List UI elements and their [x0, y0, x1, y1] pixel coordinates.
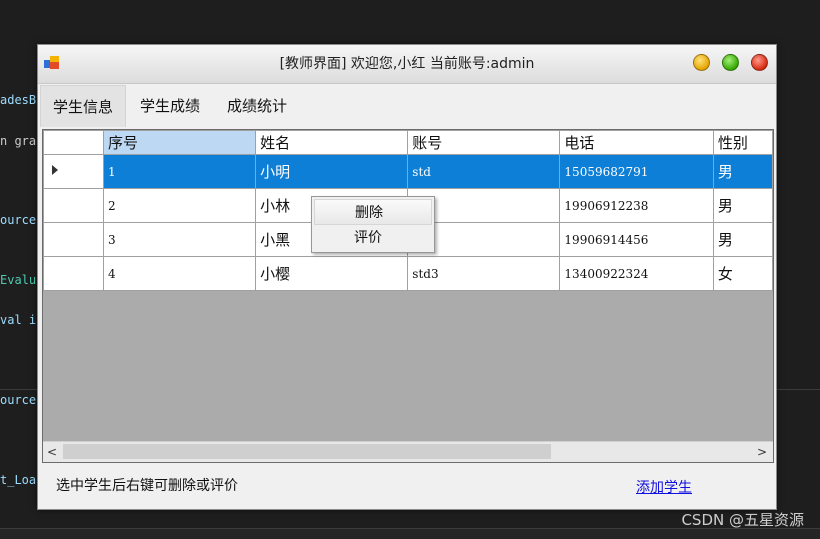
cell-id[interactable]: 2: [103, 188, 257, 223]
column-header-gender[interactable]: 性别: [712, 130, 773, 155]
row-header[interactable]: [43, 222, 105, 257]
column-header-name[interactable]: 姓名: [255, 130, 409, 155]
cell-gender[interactable]: 男: [712, 222, 773, 257]
tab-grade-statistics[interactable]: 成绩统计: [215, 85, 299, 127]
horizontal-scrollbar[interactable]: < >: [43, 441, 773, 462]
row-header-corner: [43, 130, 105, 155]
watermark: CSDN @五星资源: [681, 511, 804, 529]
current-row-arrow-icon: [52, 165, 58, 175]
column-header-account[interactable]: 账号: [407, 130, 561, 155]
table-row[interactable]: 4 小樱 std3 13400922324 女: [43, 256, 773, 291]
ide-code-line: n gra: [0, 134, 37, 148]
context-menu: 删除 评价: [311, 196, 435, 253]
cell-name[interactable]: 小明: [255, 154, 409, 189]
cell-name[interactable]: 小樱: [255, 256, 409, 291]
scroll-thumb[interactable]: [63, 444, 551, 459]
cell-account[interactable]: std: [407, 154, 561, 189]
add-student-link[interactable]: 添加学生: [636, 477, 692, 497]
row-header[interactable]: [43, 188, 105, 223]
header-row: 序号 姓名 账号 电话 性别: [43, 130, 773, 155]
ide-code-line: ource: [0, 213, 37, 227]
tab-student-info[interactable]: 学生信息: [40, 85, 126, 127]
cell-id[interactable]: 4: [103, 256, 257, 291]
ide-code-line: ource: [0, 393, 37, 407]
ide-code-line: Evalu: [0, 273, 37, 287]
column-header-id[interactable]: 序号: [103, 130, 257, 155]
maximize-button[interactable]: [722, 54, 739, 71]
table-row[interactable]: 1 小明 std 15059682791 男: [43, 154, 773, 189]
scroll-left-icon[interactable]: <: [43, 442, 61, 462]
row-header[interactable]: [43, 256, 105, 291]
teacher-window: [教师界面] 欢迎您,小红 当前账号:admin 学生信息 学生成绩 成绩统计 …: [37, 44, 777, 510]
ide-code-line: val i: [0, 313, 37, 327]
cell-phone[interactable]: 15059682791: [559, 154, 714, 189]
column-header-phone[interactable]: 电话: [559, 130, 714, 155]
cell-gender[interactable]: 男: [712, 188, 773, 223]
cell-account[interactable]: std3: [407, 256, 561, 291]
cell-gender[interactable]: 女: [712, 256, 773, 291]
cell-id[interactable]: 3: [103, 222, 257, 257]
ide-code-line: adesB: [0, 93, 37, 107]
cell-phone[interactable]: 13400922324: [559, 256, 714, 291]
window-title: [教师界面] 欢迎您,小红 当前账号:admin: [279, 56, 535, 72]
ide-code-line: t_Loa: [0, 473, 37, 487]
title-bar[interactable]: [教师界面] 欢迎您,小红 当前账号:admin: [38, 45, 776, 84]
menu-item-evaluate[interactable]: 评价: [314, 225, 432, 251]
cell-phone[interactable]: 19906912238: [559, 188, 714, 223]
row-header[interactable]: [43, 154, 105, 189]
tab-strip: 学生信息 学生成绩 成绩统计: [40, 85, 774, 127]
tab-student-grades[interactable]: 学生成绩: [128, 85, 212, 127]
cell-id[interactable]: 1: [103, 154, 257, 189]
cell-phone[interactable]: 19906914456: [559, 222, 714, 257]
cell-gender[interactable]: 男: [712, 154, 773, 189]
student-grid[interactable]: 序号 姓名 账号 电话 性别 1 小明 std 15059682791 男 2 …: [42, 129, 774, 463]
minimize-button[interactable]: [693, 54, 710, 71]
usage-hint: 选中学生后右键可删除或评价: [56, 478, 238, 494]
menu-item-delete[interactable]: 删除: [314, 199, 432, 225]
close-button[interactable]: [751, 54, 768, 71]
scroll-right-icon[interactable]: >: [753, 442, 771, 462]
